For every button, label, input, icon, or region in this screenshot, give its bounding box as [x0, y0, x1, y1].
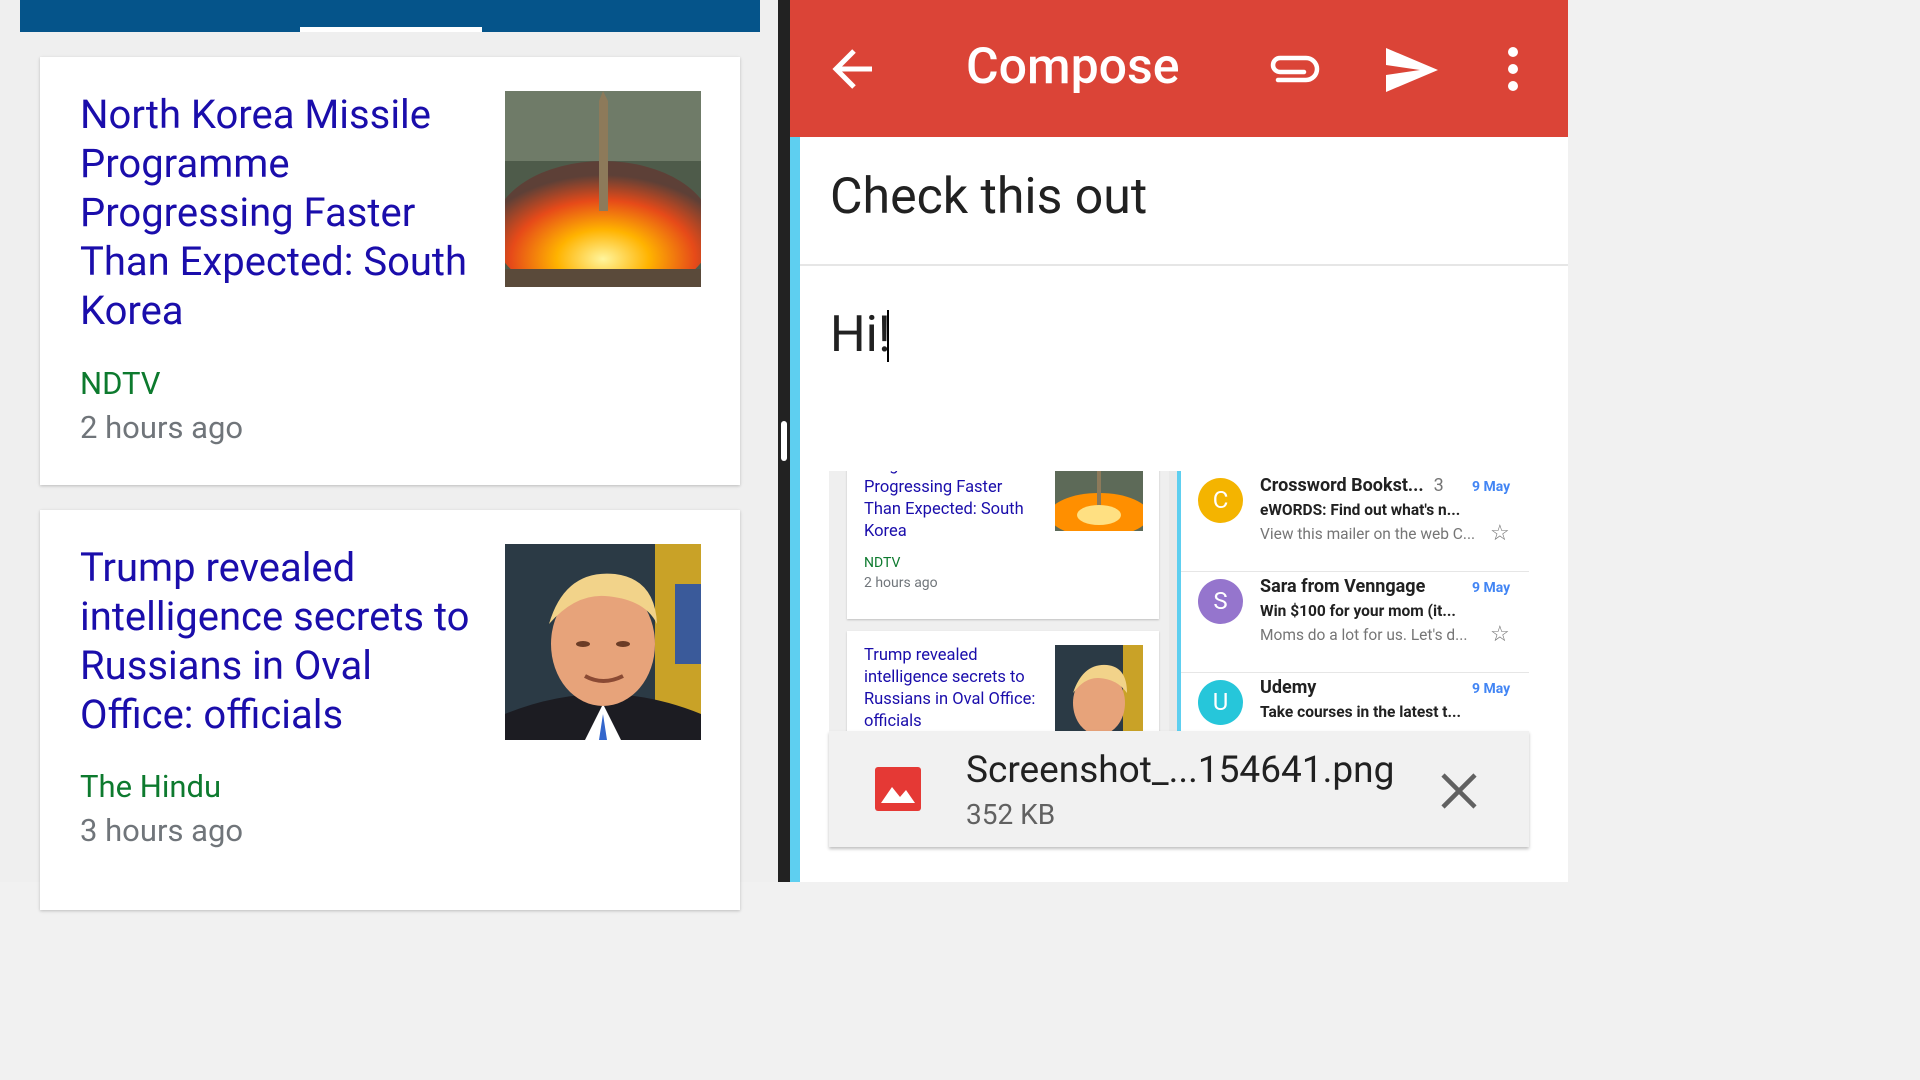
avatar: C: [1198, 478, 1243, 523]
preview-divider: [1169, 471, 1177, 731]
more-vert-icon[interactable]: [1498, 44, 1528, 96]
compose-title: Compose: [966, 38, 1180, 96]
mail-date: 9 May: [1472, 580, 1511, 596]
missile-launch-image: [505, 91, 701, 287]
preview-news-card: Programme Progressing Faster Than Expect…: [847, 471, 1159, 619]
mail-snippet: Moms do a lot for us. Let's d...: [1260, 626, 1468, 644]
mail-subject: Win $100 for your mom (it...: [1260, 602, 1456, 620]
preview-inbox: C Crossword Bookst... 3 9 May eWORDS: Fin…: [1181, 471, 1529, 731]
missile-launch-image: [1055, 471, 1143, 531]
preview-mail-row: C Crossword Bookst... 3 9 May eWORDS: Fin…: [1181, 471, 1529, 572]
news-timestamp: 2 hours ago: [80, 409, 244, 446]
tab-indicator: [300, 27, 482, 32]
attachment-filename: Screenshot_...154641.png: [966, 749, 1395, 792]
mail-subject: Take courses in the latest t...: [1260, 703, 1462, 721]
avatar: U: [1198, 680, 1243, 725]
news-headline[interactable]: North Korea Missile Programme Progressin…: [80, 90, 480, 335]
preview-timestamp: 2 hours ago: [864, 575, 938, 591]
mail-date: 9 May: [1472, 479, 1511, 495]
news-pane: North Korea Missile Programme Progressin…: [0, 0, 778, 910]
mail-sender: Udemy: [1260, 677, 1317, 698]
mail-sender: Crossword Bookst... 3: [1260, 475, 1444, 496]
preview-headline: Trump revealed intelligence secrets to R…: [864, 646, 1036, 731]
send-icon[interactable]: [1380, 42, 1440, 97]
paperclip-icon[interactable]: [1262, 46, 1322, 92]
star-icon: ☆: [1490, 622, 1510, 647]
mail-subject: eWORDS: Find out what's n...: [1260, 501, 1461, 519]
subject-field[interactable]: Check this out: [830, 168, 1147, 226]
mail-snippet: View this mailer on the web C...: [1260, 525, 1476, 543]
split-screen-handle[interactable]: [781, 421, 787, 461]
attachment-preview-image: Programme Progressing Faster Than Expect…: [829, 471, 1529, 731]
avatar: S: [1198, 579, 1243, 624]
news-headline[interactable]: Trump revealed intelligence secrets to R…: [80, 543, 480, 739]
thread-count: 3: [1433, 475, 1444, 496]
preview-source: NDTV: [864, 555, 901, 571]
subject-divider: [800, 264, 1568, 266]
news-card[interactable]: Trump revealed intelligence secrets to R…: [40, 510, 740, 910]
news-source: The Hindu: [80, 768, 222, 805]
trump-portrait-image: [505, 544, 701, 740]
preview-mail-row: S Sara from Venngage 9 May Win $100 for …: [1181, 572, 1529, 673]
news-card[interactable]: North Korea Missile Programme Progressin…: [40, 57, 740, 485]
news-source: NDTV: [80, 365, 161, 402]
trump-portrait-image: [1055, 645, 1143, 731]
news-timestamp: 3 hours ago: [80, 812, 244, 849]
close-icon[interactable]: [1435, 767, 1483, 815]
image-icon: [875, 767, 921, 811]
attachment-chip[interactable]: Screenshot_...154641.png 352 KB: [829, 731, 1529, 847]
mail-sender: Sara from Venngage: [1260, 576, 1426, 597]
window-accent-edge: [790, 137, 800, 882]
preview-mail-row: U Udemy 9 May Take courses in the latest…: [1181, 673, 1529, 731]
preview-news-card: Trump revealed intelligence secrets to R…: [847, 631, 1159, 731]
text-cursor: [887, 310, 889, 362]
mail-date: 9 May: [1472, 681, 1511, 697]
back-arrow-icon[interactable]: [828, 42, 888, 97]
compose-app-bar: Compose: [790, 0, 1568, 137]
attachment-size: 352 KB: [966, 798, 1056, 831]
preview-headline: Programme Progressing Faster Than Expect…: [864, 471, 1024, 541]
star-icon: ☆: [1490, 521, 1510, 546]
body-field[interactable]: Hi!: [830, 306, 891, 364]
